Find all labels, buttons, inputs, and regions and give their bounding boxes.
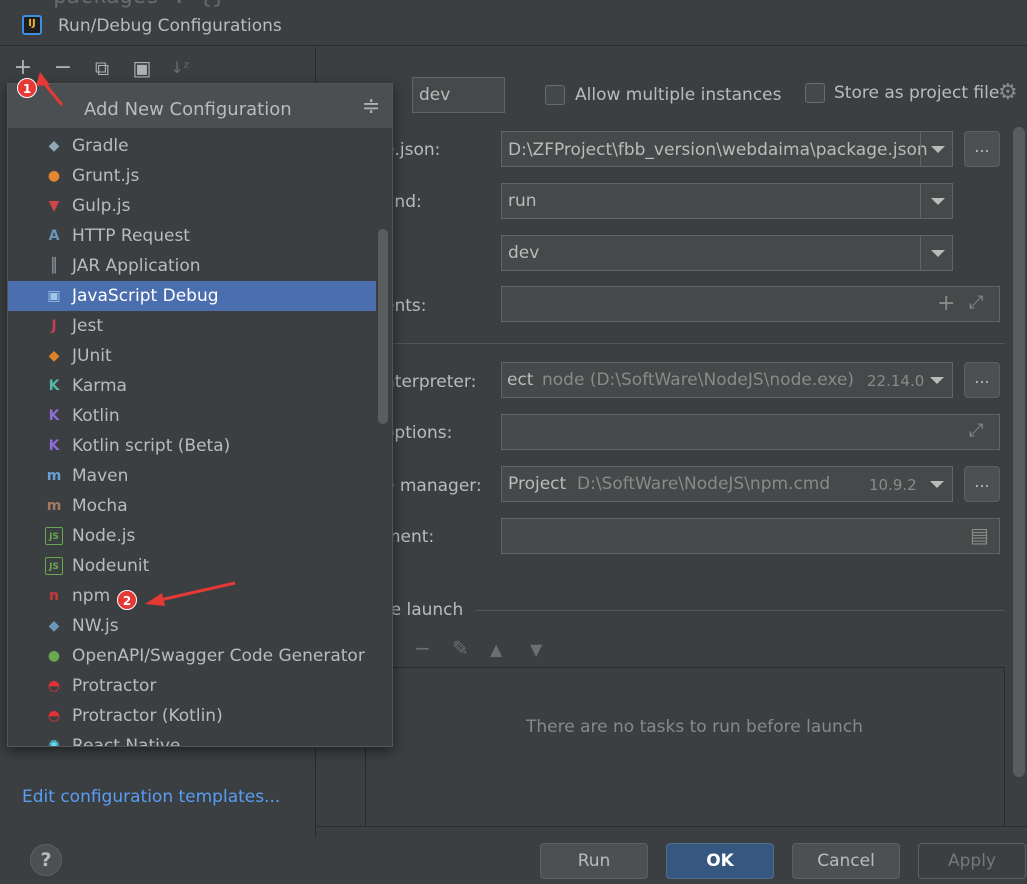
annotation-arrowhead-1 [36, 72, 50, 86]
annotation-badge-2: 2 [117, 590, 137, 610]
annotation-arrow-2 [159, 581, 236, 602]
annotation-badge-1: 1 [17, 78, 37, 98]
annotation-arrowhead-2 [145, 593, 165, 606]
annotation-overlay [36, 72, 236, 606]
